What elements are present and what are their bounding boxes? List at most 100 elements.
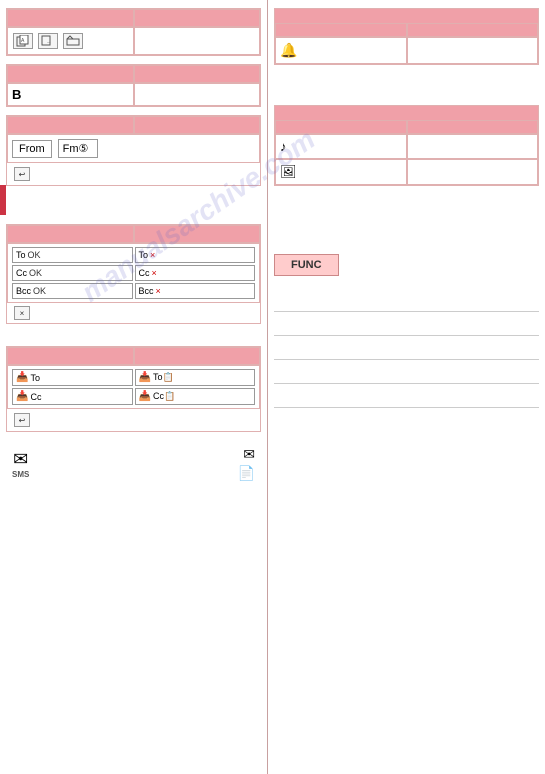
sms-label: SMS: [12, 470, 29, 479]
right-spacer2: [274, 196, 539, 246]
bcc-ok-btn[interactable]: Bcc OK: [12, 283, 133, 299]
left-accent-bar: [0, 185, 6, 215]
mail-small-icon[interactable]: ✉: [243, 446, 255, 463]
to-x-btn[interactable]: To ×: [135, 247, 256, 263]
right-s1-header: [275, 9, 538, 23]
cc-addr-icon: 📥: [139, 391, 151, 402]
cc-addr-btn[interactable]: 📥 Cc📋: [135, 388, 256, 405]
from-back-row: ↩: [7, 163, 260, 185]
sms-icon-area: ✉ SMS: [12, 449, 29, 479]
to-ok-check-icon: OK: [28, 250, 41, 260]
addr-entry-back-row: ↩: [7, 409, 260, 431]
cc-ok-label: Cc: [16, 268, 27, 278]
move-icon[interactable]: →: [38, 33, 58, 49]
right-icons-area: ✉ 📄: [238, 446, 255, 482]
b-label-cell: B: [7, 83, 134, 106]
b-right-cell: [134, 83, 261, 106]
to-ok-btn[interactable]: To OK: [12, 247, 133, 263]
addr-entry-grid: 📥 To 📥 To📋 📥 Cc 📥 Cc📋: [7, 365, 260, 409]
spacer2: [6, 332, 261, 346]
copy-move-header-left: [7, 9, 134, 27]
cc-x-icon: ×: [152, 268, 157, 278]
to-addr-btn[interactable]: 📥 To📋: [135, 369, 256, 386]
cc-entry-label: Cc: [30, 392, 41, 402]
right-lines-section: [274, 284, 539, 414]
b-label-section: B: [6, 64, 261, 107]
cc-entry-icon: 📥: [16, 391, 28, 402]
addr-header-right: [134, 225, 261, 243]
bcc-x-icon: ×: [156, 286, 161, 296]
bcc-ok-check-icon: OK: [33, 286, 46, 296]
right-line-5: [274, 386, 539, 408]
addr-entry-section: 📥 To 📥 To📋 📥 Cc 📥 Cc📋 ↩: [6, 346, 261, 432]
addr-entry-header-left: [7, 347, 134, 365]
right-s1-right-cell: [407, 37, 539, 64]
bell-icon: 🔔: [280, 42, 297, 58]
music-icon: ♪: [280, 139, 287, 154]
cc-addr-label: Cc📋: [153, 391, 175, 402]
from-section: From Fm⑤ ↩: [6, 115, 261, 186]
right-line-3: [274, 338, 539, 360]
left-column: A →: [0, 0, 268, 774]
to-entry-icon: 📥: [16, 372, 28, 383]
right-line-2: [274, 314, 539, 336]
func-section: FUNC: [274, 246, 539, 284]
bcc-x-btn[interactable]: Bcc ×: [135, 283, 256, 299]
doc-small-icon[interactable]: 📄: [238, 465, 255, 482]
from-header-right: [134, 116, 261, 134]
copy-move-icons-cell: A →: [7, 27, 134, 55]
cc-ok-btn[interactable]: Cc OK: [12, 265, 133, 281]
right-section-1: 🔔: [274, 8, 539, 65]
section1-right-cell: [134, 27, 261, 55]
image-icon: 🖼: [280, 164, 297, 179]
delete-row: ×: [7, 303, 260, 323]
to-entry-btn[interactable]: 📥 To: [12, 369, 133, 386]
copy-move-section: A →: [6, 8, 261, 56]
copy-icon[interactable]: A: [13, 33, 33, 49]
right-s2-music-cell: ♪: [275, 134, 407, 159]
from-label: From: [12, 140, 52, 158]
delete-icon[interactable]: ×: [14, 306, 30, 320]
right-s2-col1-header: [275, 120, 407, 134]
right-s2-header: [275, 106, 538, 120]
right-s1-col1-header: [275, 23, 407, 37]
b-label: B: [12, 87, 21, 102]
bcc-ok-label: Bcc: [16, 286, 31, 296]
bcc-x-label: Bcc: [139, 286, 154, 296]
copy-move-header-right: [134, 9, 261, 27]
right-s2-image-right-cell: [407, 159, 539, 185]
right-line-1: [274, 290, 539, 312]
folder-icon[interactable]: [63, 33, 83, 49]
cc-entry-btn[interactable]: 📥 Cc: [12, 388, 133, 405]
spacer1: [6, 194, 261, 224]
b-header-left: [7, 65, 134, 83]
right-s1-col2-header: [407, 23, 539, 37]
to-entry-label: To: [30, 373, 40, 383]
right-s2-col2-header: [407, 120, 539, 134]
to-addr-icon: 📥: [139, 372, 151, 383]
func-button[interactable]: FUNC: [274, 254, 339, 276]
from-back-icon[interactable]: ↩: [14, 167, 30, 181]
svg-text:→: →: [46, 39, 52, 45]
addr-entry-back-icon[interactable]: ↩: [14, 413, 30, 427]
cc-x-label: Cc: [139, 268, 150, 278]
right-line-4: [274, 362, 539, 384]
addr-entry-header-right: [134, 347, 261, 365]
page-container: A →: [0, 0, 545, 774]
right-s1-icon-cell: 🔔: [275, 37, 407, 64]
to-addr-label: To📋: [153, 372, 174, 383]
cc-x-btn[interactable]: Cc ×: [135, 265, 256, 281]
to-x-label: To: [139, 250, 149, 260]
addr-header-left: [7, 225, 134, 243]
b-header-right: [134, 65, 261, 83]
right-s2-image-cell: 🖼: [275, 159, 407, 185]
address-ok-section: To OK To × Cc OK Cc × Bcc: [6, 224, 261, 324]
to-ok-label: To: [16, 250, 26, 260]
from-value: Fm⑤: [58, 139, 98, 158]
right-section-2: ♪ 🖼: [274, 105, 539, 186]
sms-mail-icon[interactable]: ✉: [13, 449, 28, 470]
right-spacer1: [274, 75, 539, 105]
to-x-icon: ×: [150, 250, 155, 260]
bottom-icons-row: ✉ SMS ✉ 📄: [6, 442, 261, 486]
from-header-left: [7, 116, 134, 134]
